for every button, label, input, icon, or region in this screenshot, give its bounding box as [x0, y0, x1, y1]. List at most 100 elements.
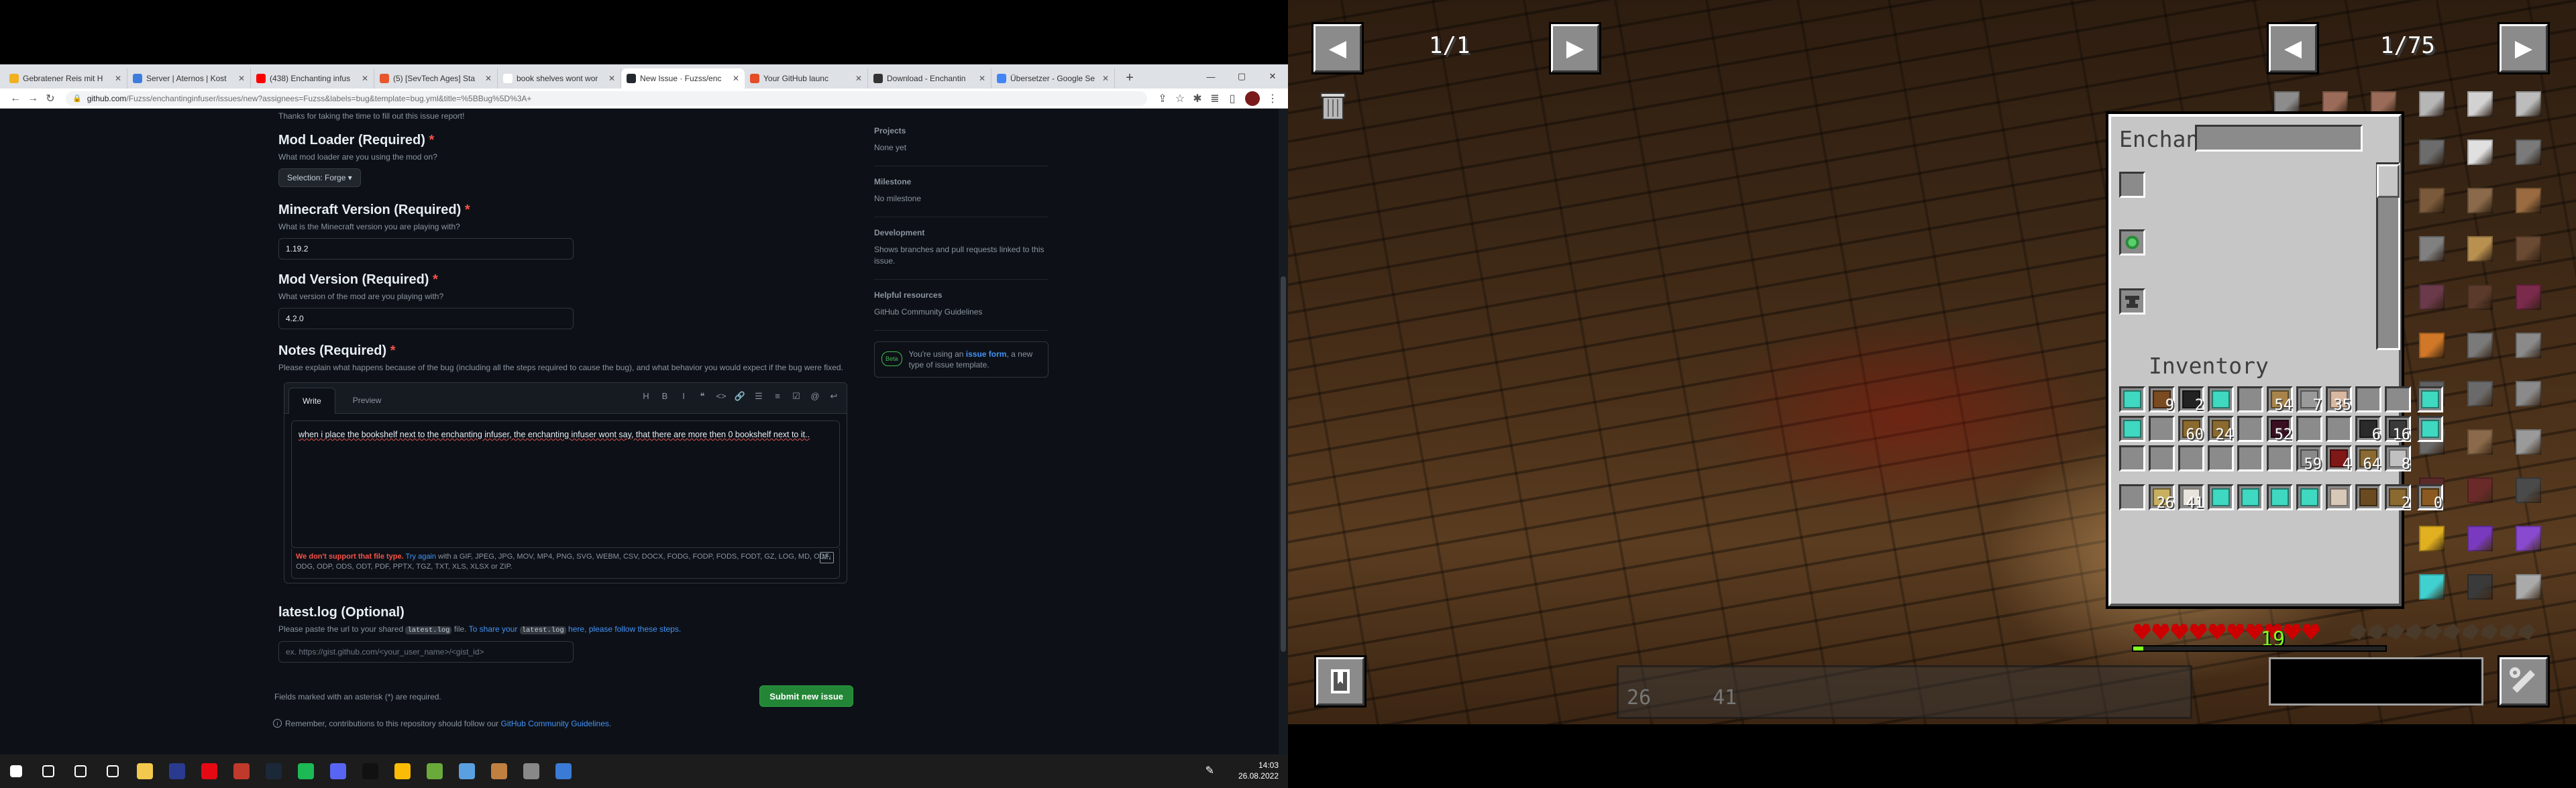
inventory-slot[interactable] [2296, 484, 2322, 510]
jei-item[interactable] [2462, 376, 2498, 412]
tab-8[interactable]: Übersetzer - Google Se ✕ [991, 68, 1115, 89]
inventory-slot[interactable] [2296, 416, 2322, 442]
sidebar-icon[interactable]: ▯ [1224, 90, 1241, 107]
jei-item[interactable] [2414, 231, 2450, 267]
inventory-slot[interactable] [2267, 484, 2293, 510]
jei-item[interactable] [2510, 182, 2546, 219]
book-slot[interactable]: 0 [2417, 484, 2443, 511]
tab-6[interactable]: Your GitHub launc ✕ [745, 68, 868, 89]
steam-icon[interactable] [258, 754, 290, 788]
menu-kebab-icon[interactable]: ⋮ [1264, 90, 1281, 107]
editor-tool-4-icon[interactable]: <> [715, 391, 727, 402]
spotify-icon[interactable] [290, 754, 322, 788]
bookmark-next-button[interactable]: ▶ [1551, 24, 1599, 72]
try-again-link[interactable]: Try again [406, 553, 436, 561]
jei-item[interactable] [2510, 376, 2546, 412]
inventory-slot[interactable]: 60 [2178, 416, 2204, 443]
jei-item[interactable] [2414, 520, 2450, 557]
jei-item[interactable] [2510, 569, 2546, 605]
jei-config-button[interactable] [2500, 657, 2548, 706]
app-icon[interactable] [161, 754, 193, 788]
minecraft-icon[interactable] [419, 754, 451, 788]
jei-item[interactable] [2462, 327, 2498, 363]
jei-item[interactable] [2462, 86, 2498, 122]
enchant-search-field[interactable] [2195, 125, 2363, 152]
inventory-slot[interactable]: 41 [2178, 484, 2204, 511]
inventory-slot[interactable]: 7 [2296, 386, 2322, 413]
mc-version-input[interactable]: 1.19.2 [278, 238, 574, 260]
inventory-slot[interactable]: 16 [2385, 416, 2411, 443]
editor-tool-3-icon[interactable]: ❝ [696, 391, 708, 402]
jei-search-input[interactable] [2269, 657, 2483, 706]
reading-list-icon[interactable]: ≣ [1206, 90, 1224, 107]
mod-version-input[interactable]: 4.2.0 [278, 308, 574, 329]
inventory-slot[interactable]: 35 [2326, 386, 2352, 413]
app-icon[interactable] [547, 754, 580, 788]
maximize-button[interactable]: ▢ [1226, 64, 1257, 89]
editor-tool-9-icon[interactable]: @ [809, 391, 821, 402]
search-icon[interactable] [32, 754, 64, 788]
tab-3[interactable]: (5) [SevTech Ages] Sta ✕ [374, 68, 498, 89]
inventory-slot[interactable] [2178, 445, 2204, 471]
jei-item[interactable] [2462, 569, 2498, 605]
enchant-list-scroll-knob[interactable] [2377, 164, 2400, 198]
jei-item[interactable] [2510, 472, 2546, 508]
jei-item[interactable] [2510, 86, 2546, 122]
tab-close-icon[interactable]: ✕ [115, 74, 121, 83]
extensions-icon[interactable]: ✱ [1189, 90, 1206, 107]
tab-close-icon[interactable]: ✕ [238, 74, 245, 83]
system-clock[interactable]: 14:03 26.08.2022 [1238, 760, 1279, 781]
jei-next-button[interactable]: ▶ [2500, 24, 2548, 72]
jei-item[interactable] [2462, 231, 2498, 267]
scrollbar-thumb[interactable] [1281, 276, 1286, 652]
inventory-slot[interactable]: 6 [2355, 416, 2381, 443]
jei-item[interactable] [2414, 134, 2450, 170]
tab-1[interactable]: Server | Aternos | Kost ✕ [127, 68, 251, 89]
jei-item[interactable] [2462, 279, 2498, 315]
netflix-icon[interactable] [193, 754, 225, 788]
jei-item[interactable] [2510, 327, 2546, 363]
jei-item[interactable] [2462, 424, 2498, 460]
armor-slot-chest[interactable] [2119, 416, 2145, 442]
inventory-slot[interactable]: 4 [2326, 445, 2352, 472]
editor-tool-1-icon[interactable]: B [659, 391, 671, 402]
jei-item[interactable] [2414, 327, 2450, 363]
profile-avatar[interactable] [1245, 91, 1260, 106]
projects-heading[interactable]: Projects [874, 126, 1049, 135]
jei-item[interactable] [2510, 520, 2546, 557]
inventory-slot[interactable] [2237, 445, 2263, 471]
inventory-slot[interactable] [2355, 484, 2381, 510]
app-icon[interactable] [451, 754, 483, 788]
tab-write[interactable]: Write [288, 388, 335, 414]
tab-7[interactable]: Download - Enchantin ✕ [868, 68, 991, 89]
tab-0[interactable]: Gebratener Reis mit H ✕ [4, 68, 127, 89]
inventory-slot[interactable] [2385, 386, 2411, 412]
bookmark-button[interactable] [1316, 657, 1364, 706]
back-icon[interactable]: ← [7, 90, 24, 107]
jei-item[interactable] [2414, 182, 2450, 219]
armor-slot-boots[interactable] [2119, 484, 2145, 510]
page-scrollbar[interactable] [1279, 109, 1288, 754]
tab-close-icon[interactable]: ✕ [855, 74, 862, 83]
cortana-icon[interactable] [64, 754, 97, 788]
inventory-slot[interactable] [2149, 445, 2175, 471]
inventory-slot[interactable] [2208, 484, 2234, 510]
jei-item[interactable] [2510, 279, 2546, 315]
trash-can-icon[interactable] [1315, 87, 1351, 123]
inventory-slot[interactable]: 8 [2385, 445, 2411, 472]
app-icon[interactable] [483, 754, 515, 788]
inventory-slot[interactable]: 9 [2149, 386, 2175, 413]
bookmark-star-icon[interactable]: ☆ [1171, 90, 1189, 107]
bookmark-prev-button[interactable]: ◀ [1313, 24, 1362, 72]
submit-issue-button[interactable]: Submit new issue [759, 685, 853, 707]
editor-tool-6-icon[interactable]: ☰ [753, 391, 765, 402]
inventory-slot[interactable] [2237, 386, 2263, 412]
inventory-slot[interactable]: 52 [2267, 416, 2293, 443]
editor-tool-2-icon[interactable]: I [678, 391, 690, 402]
new-tab-button[interactable]: + [1120, 68, 1139, 87]
inventory-slot[interactable] [2208, 445, 2234, 471]
inventory-slot[interactable] [2355, 386, 2381, 412]
inventory-slot[interactable]: 2 [2178, 386, 2204, 413]
anvil-slot[interactable] [2119, 288, 2145, 315]
tab-close-icon[interactable]: ✕ [979, 74, 985, 83]
